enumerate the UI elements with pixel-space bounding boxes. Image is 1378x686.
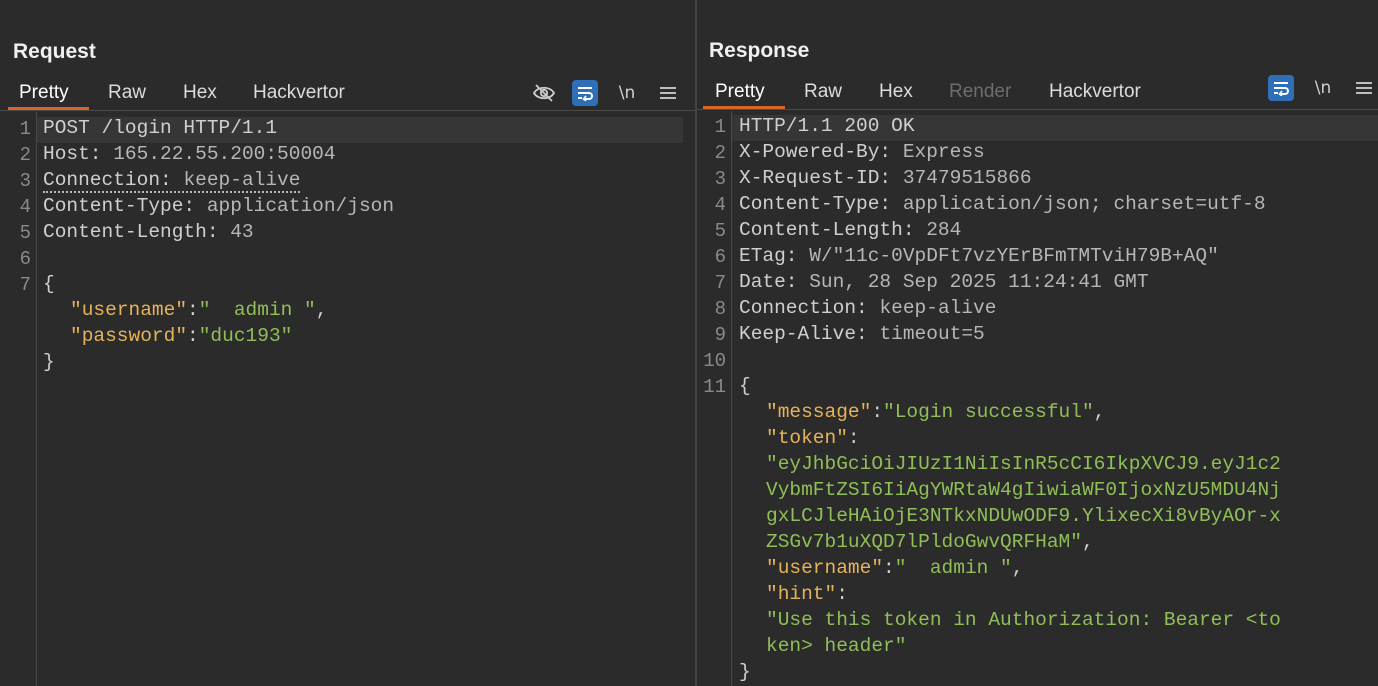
request-pane: Request Pretty Raw Hex Hackvertor \n 1 2… (0, 0, 695, 686)
line-number: 1 (714, 116, 726, 138)
json-field: "username":" admin ", (70, 299, 328, 321)
line-number: 3 (19, 170, 31, 192)
eye-off-icon[interactable] (531, 80, 557, 106)
request-header: Connection: keep-alive (43, 169, 301, 193)
word-wrap-icon[interactable] (1268, 75, 1294, 101)
json-field: "token": (766, 427, 860, 449)
line-number: 2 (19, 144, 31, 166)
json-close-brace: } (739, 661, 751, 683)
request-header: Content-Length: 43 (43, 221, 254, 243)
line-number: 5 (19, 222, 31, 244)
line-number: 2 (714, 142, 726, 164)
json-field: "username":" admin ", (766, 557, 1024, 579)
response-header: Date: Sun, 28 Sep 2025 11:24:41 GMT (739, 271, 1149, 293)
json-open-brace: { (739, 375, 751, 397)
request-tab-hackvertor[interactable]: Hackvertor (253, 82, 345, 104)
tab-separator (697, 109, 1378, 110)
json-value: "Use this token in Authorization: Bearer… (766, 609, 1281, 631)
line-number: 1 (19, 118, 31, 140)
response-header: ETag: W/"11c-0VpDFt7vzYErBFmTMTviH79B+AQ… (739, 245, 1219, 267)
line-number: 3 (714, 168, 726, 190)
line-number: 7 (19, 274, 31, 296)
response-header: X-Powered-By: Express (739, 141, 985, 163)
word-wrap-icon[interactable] (572, 80, 598, 106)
json-open-brace: { (43, 273, 55, 295)
request-tab-raw[interactable]: Raw (108, 82, 146, 104)
newline-toggle[interactable]: \n (614, 80, 640, 106)
line-number: 5 (714, 220, 726, 242)
line-number: 10 (703, 350, 726, 372)
hamburger-menu-icon[interactable] (1351, 75, 1377, 101)
request-line: POST /login HTTP/1.1 (43, 117, 278, 139)
line-number: 8 (714, 298, 726, 320)
response-editor[interactable]: 1 2 3 4 5 6 7 8 9 10 11 HTTP/1.1 200 OK … (697, 111, 1378, 686)
json-close-brace: } (43, 351, 55, 373)
request-editor[interactable]: 1 2 3 4 5 6 7 POST /login HTTP/1.1 Host:… (0, 112, 695, 686)
response-title: Response (709, 39, 810, 62)
request-tab-hex[interactable]: Hex (183, 82, 217, 104)
json-value: gxLCJleHAiOjE3NTkxNDUwODF9.YlixecXi8vByA… (766, 505, 1281, 527)
json-value: ken> header" (766, 635, 907, 657)
json-value: ZSGv7b1uXQD7lPldoGwvQRFHaM", (766, 531, 1094, 553)
json-field: "hint": (766, 583, 848, 605)
line-number: 4 (714, 194, 726, 216)
tab-separator (0, 110, 695, 111)
hamburger-menu-icon[interactable] (655, 80, 681, 106)
gutter-divider (36, 112, 37, 686)
response-header: Keep-Alive: timeout=5 (739, 323, 985, 345)
request-tab-pretty[interactable]: Pretty (19, 82, 69, 104)
line-number: 9 (714, 324, 726, 346)
request-title: Request (13, 40, 96, 63)
response-header: X-Request-ID: 37479515866 (739, 167, 1032, 189)
json-field: "message":"Login successful", (766, 401, 1106, 423)
response-header: Content-Type: application/json; charset=… (739, 193, 1266, 215)
response-header: Content-Length: 284 (739, 219, 962, 241)
gutter-divider (731, 111, 732, 686)
status-line: HTTP/1.1 200 OK (739, 115, 915, 137)
newline-toggle[interactable]: \n (1310, 75, 1336, 101)
response-tab-render: Render (949, 81, 1012, 102)
line-number: 4 (19, 196, 31, 218)
json-field: "password":"duc193" (70, 325, 293, 347)
response-tab-hackvertor[interactable]: Hackvertor (1049, 81, 1141, 103)
request-header: Host: 165.22.55.200:50004 (43, 143, 336, 165)
line-number: 7 (714, 272, 726, 294)
line-number: 11 (703, 376, 726, 398)
line-number: 6 (19, 248, 31, 270)
request-header: Content-Type: application/json (43, 195, 395, 217)
response-tab-hex[interactable]: Hex (879, 81, 913, 103)
json-value: "eyJhbGciOiJIUzI1NiIsInR5cCI6IkpXVCJ9.ey… (766, 453, 1281, 475)
response-header: Connection: keep-alive (739, 297, 997, 319)
line-number: 6 (714, 246, 726, 268)
response-tab-pretty[interactable]: Pretty (715, 81, 765, 103)
response-tab-raw[interactable]: Raw (804, 81, 842, 103)
response-pane: Response Pretty Raw Hex Render Hackverto… (697, 0, 1378, 686)
json-value: VybmFtZSI6IiAgYWRtaW4gIiwiaWF0IjoxNzU5MD… (766, 479, 1281, 501)
